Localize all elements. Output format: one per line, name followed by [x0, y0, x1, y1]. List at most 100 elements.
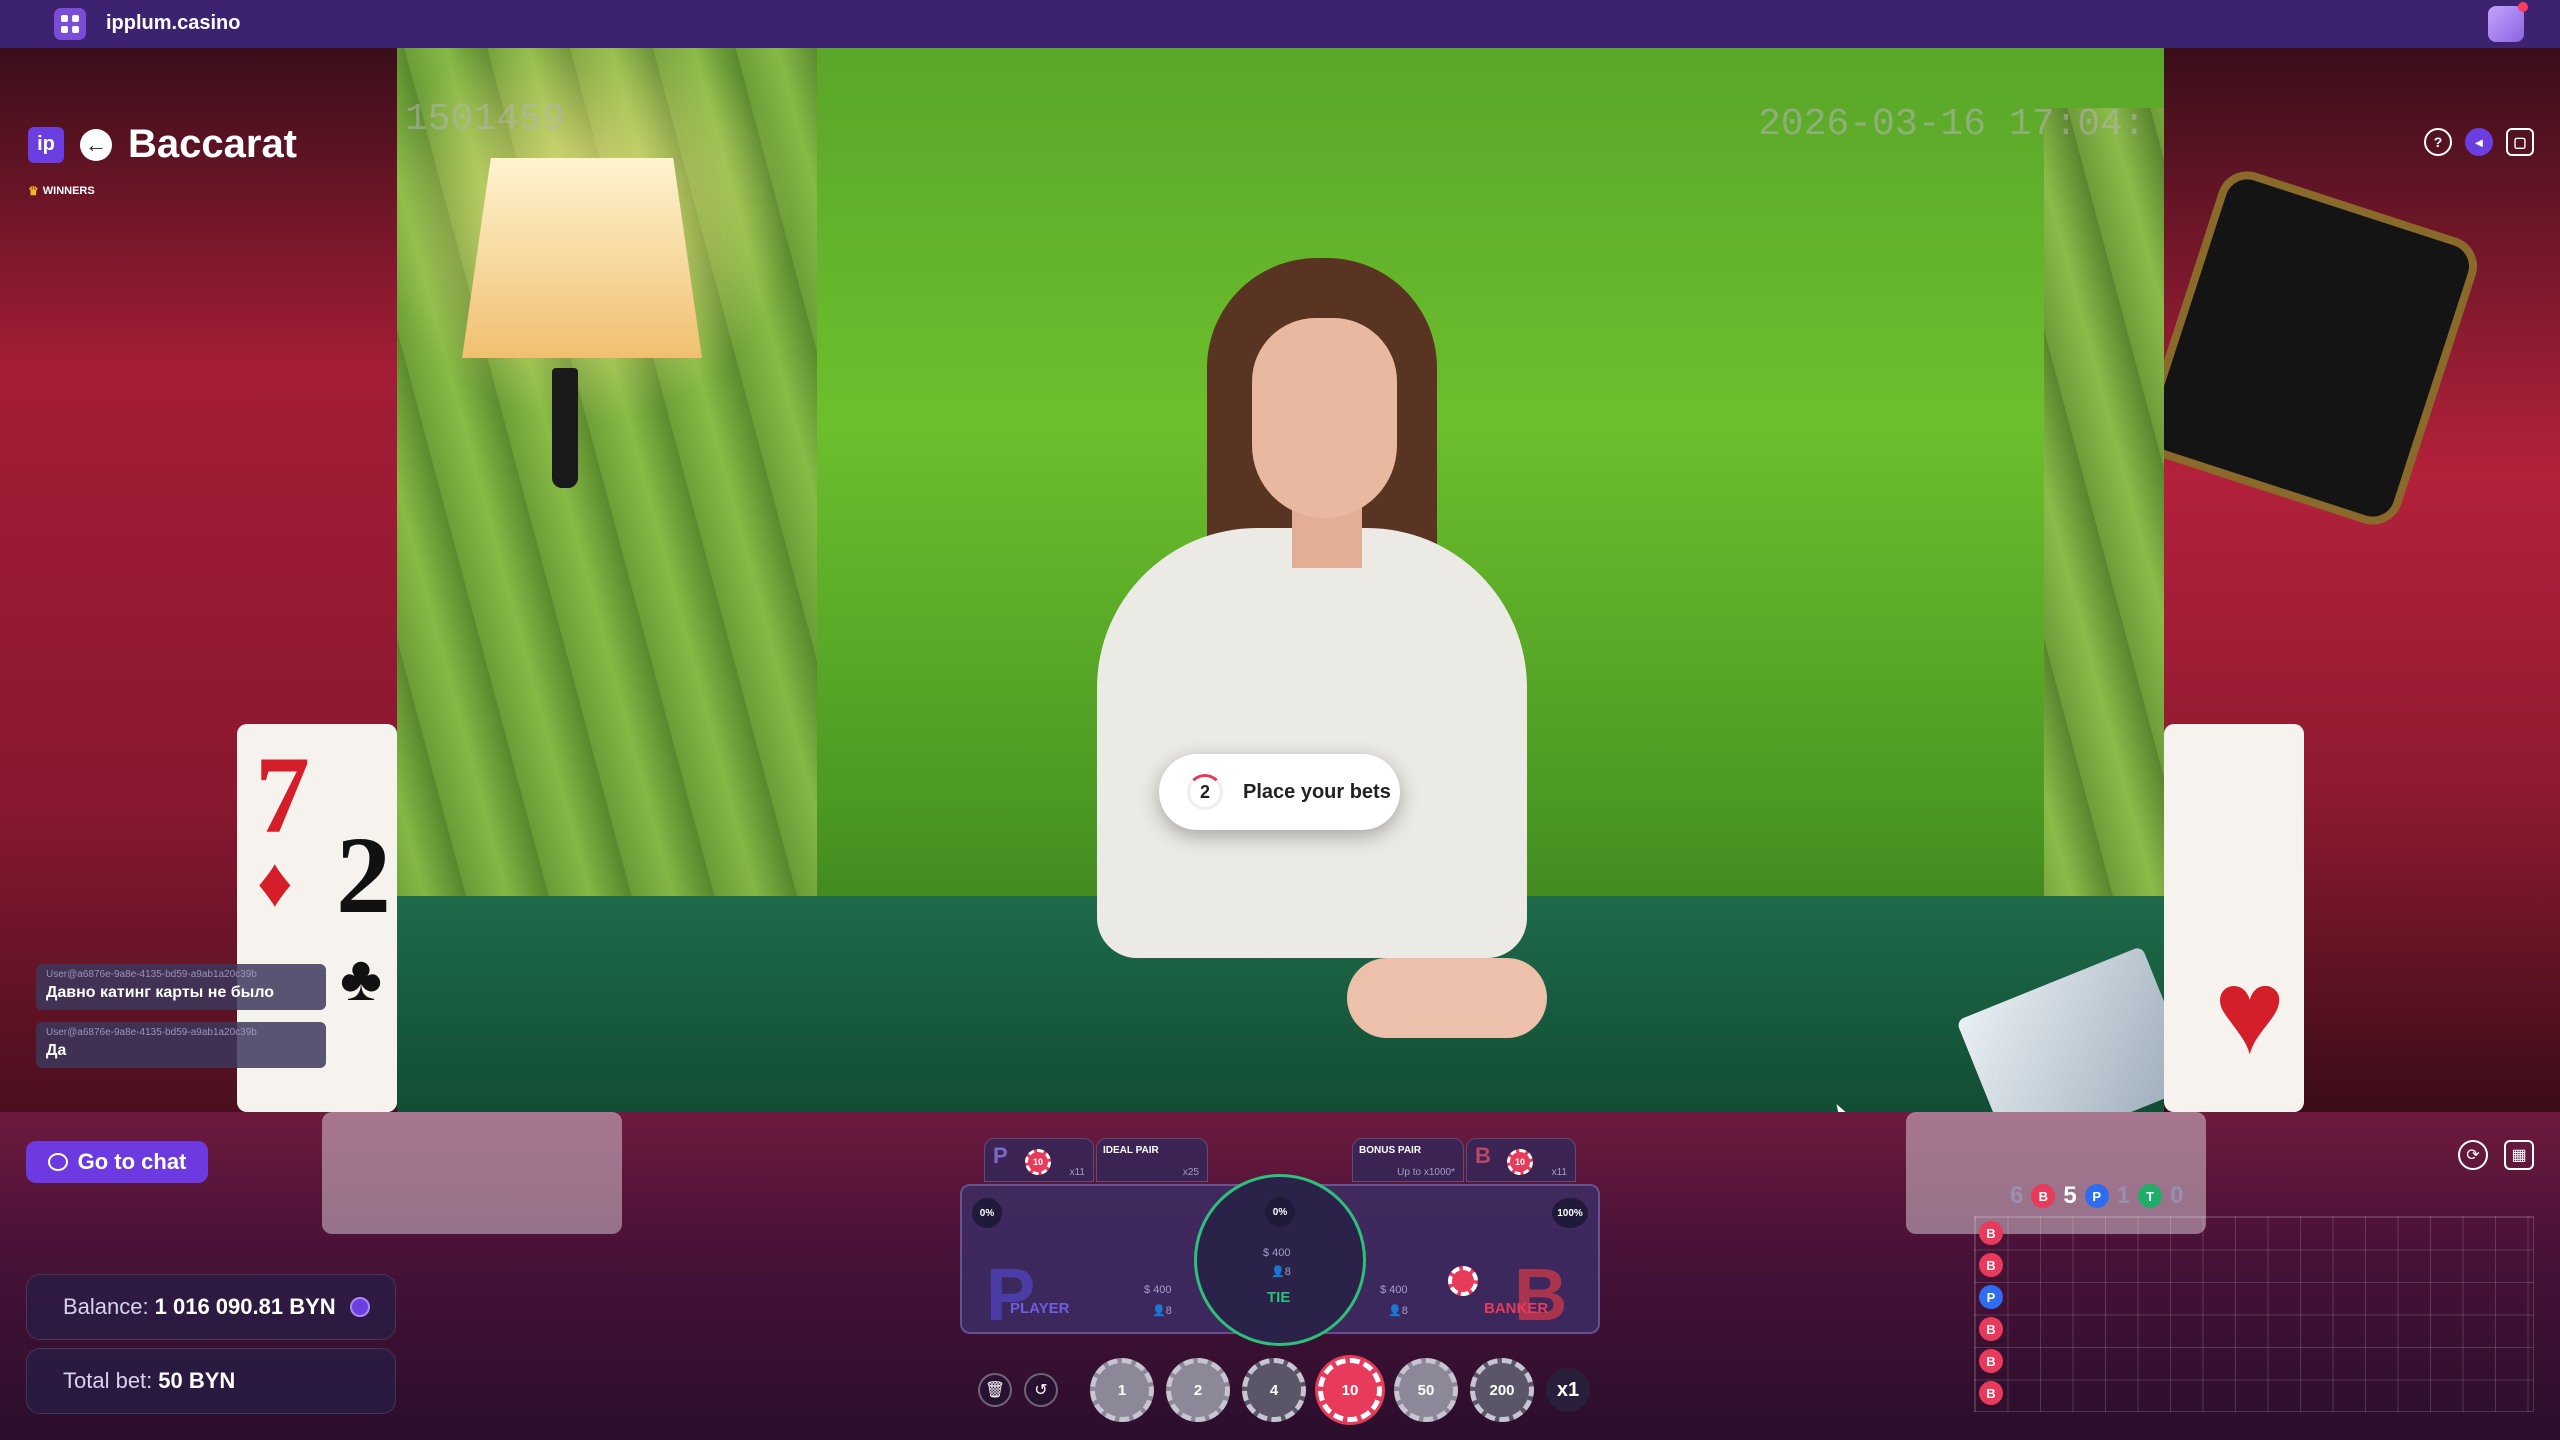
- banker-count: 6: [2010, 1182, 2024, 1209]
- road-cell: B: [1979, 1349, 2003, 1373]
- chip-200[interactable]: 200: [1470, 1358, 1534, 1422]
- top-bar: ipplum.casino: [0, 0, 2560, 48]
- profile-avatar-icon[interactable]: [2488, 2, 2528, 42]
- card-rank: 2: [336, 814, 391, 936]
- road-cell: B: [1979, 1221, 2003, 1245]
- total-bet-label: Total bet:: [63, 1368, 153, 1393]
- player-dot: P: [2084, 1184, 2109, 1208]
- site-title: ipplum.casino: [106, 12, 241, 34]
- undo-icon[interactable]: ↺: [1024, 1373, 1058, 1407]
- bead-road[interactable]: B B P B B B: [1974, 1216, 2534, 1412]
- bonus-pair-bet[interactable]: BONUS PAIR Up to x1000*: [1352, 1138, 1464, 1182]
- banker-amount: $ 400: [1380, 1284, 1408, 1296]
- bottom-right-controls: ⟳ ▦: [2458, 1140, 2534, 1170]
- chat-message: User@a6876e-9a8e-4135-bd59-a9ab1a20c39b …: [36, 1022, 326, 1068]
- total-bet-value: 50 BYN: [158, 1368, 236, 1393]
- banker-dot: B: [2031, 1184, 2056, 1208]
- game-stage: 7 ♦ 2 ♣ ♥ 1501459 2026-03-16 17:04: ip ←…: [0, 48, 2560, 1112]
- banker-pair-chip: 10: [1507, 1149, 1533, 1175]
- chip-50[interactable]: 50: [1394, 1358, 1458, 1422]
- chip-1[interactable]: 1: [1090, 1358, 1154, 1422]
- balance-value: 1 016 090.81 BYN: [154, 1294, 336, 1319]
- add-funds-icon[interactable]: [349, 1297, 370, 1317]
- betting-panel: Go to chat Balance: 1 016 090.81 BYN Tot…: [0, 1112, 2560, 1440]
- clear-bets-icon[interactable]: 🗑: [978, 1373, 1012, 1407]
- lamp-tassel: [552, 368, 578, 488]
- tie-count: 👤8: [1271, 1266, 1291, 1278]
- placed-chip-icon: [1448, 1266, 1478, 1296]
- tie-count: 1: [2116, 1182, 2131, 1209]
- dealer-hands: [1347, 958, 1547, 1038]
- player-pair-chip: 10: [1025, 1149, 1051, 1175]
- playing-card-two: 2 ♣: [322, 812, 397, 1112]
- player-count: 👤8: [1152, 1305, 1172, 1317]
- tie-label: TIE: [1267, 1289, 1291, 1306]
- refresh-icon[interactable]: ⟳: [2458, 1140, 2488, 1170]
- ideal-pair-label: IDEAL PAIR: [1103, 1145, 1159, 1156]
- wall-lamp-image: [462, 158, 702, 358]
- total-bet-box: Total bet: 50 BYN: [26, 1348, 396, 1414]
- chat-message: User@a6876e-9a8e-4135-bd59-a9ab1a20c39b …: [36, 964, 326, 1010]
- statistics-icon[interactable]: ▦: [2504, 1140, 2534, 1170]
- chip-4[interactable]: 4: [1242, 1358, 1306, 1422]
- chat-username: User@a6876e-9a8e-4135-bd59-a9ab1a20c39b: [46, 1027, 257, 1038]
- dealer-face: [1252, 318, 1397, 518]
- live-video-feed: [397, 48, 2164, 1112]
- chat-text: Да: [46, 1042, 67, 1059]
- crown-icon: ♛: [28, 184, 39, 198]
- wall-panel-right: [2044, 108, 2164, 948]
- tie-amount: $ 400: [1263, 1247, 1291, 1259]
- playing-card-right: ♥: [2164, 724, 2304, 1112]
- road-cell: P: [1979, 1285, 2003, 1309]
- banker-label: BANKER: [1484, 1300, 1549, 1317]
- status-message: Place your bets: [1243, 780, 1391, 803]
- game-header: ip ← Baccarat: [28, 122, 297, 167]
- top-right-controls: ? ◂ ▢: [2424, 128, 2534, 156]
- club-suit-icon: ♣: [340, 943, 382, 1014]
- player-amount: $ 400: [1144, 1284, 1172, 1296]
- winners-button[interactable]: ♛ WINNERS: [28, 184, 95, 198]
- banker-pair-bet[interactable]: B 10 x11: [1466, 1138, 1576, 1182]
- game-title: Baccarat: [128, 122, 298, 166]
- chip-2[interactable]: 2: [1166, 1358, 1230, 1422]
- app-grid-icon[interactable]: [54, 8, 86, 40]
- tie-total: 0: [2170, 1182, 2184, 1209]
- player-pair-bet[interactable]: P 10 x11: [984, 1138, 1094, 1182]
- bonus-pair-label: BONUS PAIR: [1359, 1145, 1422, 1156]
- multiplier-button[interactable]: x1: [1546, 1368, 1590, 1412]
- road-cell: B: [1979, 1253, 2003, 1277]
- diamond-suit-icon: ♦: [257, 845, 293, 922]
- chat-text: Давно катинг карты не было: [46, 984, 275, 1001]
- player-big-letter: P: [986, 1253, 1036, 1336]
- betting-status-pill: 2 Place your bets: [1159, 754, 1400, 830]
- provider-logo: ip: [28, 126, 64, 163]
- player-pair-logo: P: [993, 1143, 1008, 1168]
- road-summary: 6 B 5 P 1 T 0: [2010, 1182, 2183, 1210]
- chat-username: User@a6876e-9a8e-4135-bd59-a9ab1a20c39b: [46, 969, 257, 980]
- banker-big-letter: B: [1514, 1253, 1568, 1336]
- player-label: PLAYER: [1010, 1300, 1070, 1317]
- fullscreen-icon[interactable]: ▢: [2506, 128, 2534, 156]
- bonus-pair-payout: Up to x1000*: [1397, 1167, 1455, 1178]
- blurred-card: [322, 1112, 622, 1234]
- balance-label: Balance:: [63, 1294, 149, 1319]
- back-button[interactable]: ←: [80, 128, 112, 161]
- ideal-pair-payout: x25: [1182, 1167, 1199, 1178]
- go-to-chat-label: Go to chat: [77, 1149, 187, 1174]
- mute-icon[interactable]: ◂: [2465, 128, 2493, 156]
- dealer-image: [1097, 528, 1527, 958]
- winners-label: WINNERS: [42, 185, 95, 197]
- banker-pair-logo: B: [1475, 1143, 1491, 1168]
- chip-selector: 🗑 ↺ 1 2 4 10 50 200 x1: [978, 1358, 1590, 1422]
- help-icon[interactable]: ?: [2424, 128, 2452, 156]
- banker-count: 👤8: [1388, 1305, 1408, 1317]
- chat-bubble-icon: [47, 1153, 68, 1171]
- countdown-timer: 2: [1187, 774, 1223, 810]
- road-cell: B: [1979, 1381, 2003, 1405]
- chip-10[interactable]: 10: [1318, 1358, 1382, 1422]
- ideal-pair-bet[interactable]: IDEAL PAIR x25: [1096, 1138, 1208, 1182]
- tie-bet-spot[interactable]: 0% $ 400 👤8 TIE: [1194, 1174, 1366, 1346]
- go-to-chat-button[interactable]: Go to chat: [26, 1141, 208, 1183]
- tie-percent: 0%: [1265, 1197, 1295, 1227]
- banker-pair-payout: x11: [1551, 1167, 1567, 1178]
